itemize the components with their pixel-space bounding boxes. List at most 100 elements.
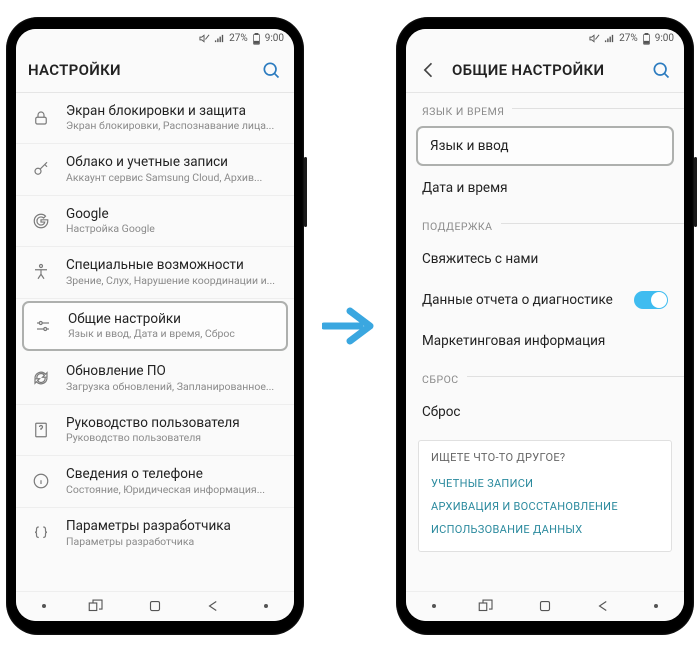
recents-button[interactable]	[87, 597, 105, 615]
section-header-reset: СБРОС	[406, 361, 684, 392]
related-link-accounts[interactable]: УЧЕТНЫЕ ЗАПИСИ	[431, 472, 659, 495]
row-contact[interactable]: Свяжитесь с нами	[406, 239, 684, 279]
item-text: GoogleНастройка Google	[66, 206, 280, 237]
settings-list: Экран блокировки и защитаЭкран блокировк…	[16, 93, 294, 591]
related-link-backup[interactable]: АРХИВАЦИЯ И ВОССТАНОВЛЕНИЕ	[431, 495, 659, 518]
battery-text: 27%	[229, 33, 248, 44]
item-text: Общие настройкиЯзык и ввод, Дата и время…	[68, 311, 278, 342]
search-icon[interactable]	[260, 59, 282, 81]
item-text: Обновление ПОЗагрузка обновлений, Заплан…	[66, 363, 280, 394]
phone-frame-right: 27% 9:00 ОБЩИЕ НАСТРОЙКИ ЯЗЫК И ВРЕМЯ	[396, 17, 694, 635]
row-label: Маркетинговая информация	[422, 333, 668, 349]
accessibility-icon	[30, 261, 52, 283]
item-title: Специальные возможности	[66, 257, 280, 274]
row-lang-input[interactable]: Язык и ввод	[416, 126, 674, 166]
item-subtitle: Состояние, Юридическая информация...	[66, 483, 280, 497]
nav-dot-left	[432, 604, 436, 608]
row-label: Язык и ввод	[430, 138, 660, 154]
signal-icon	[604, 33, 615, 44]
key-icon	[30, 158, 52, 180]
item-title: Сведения о телефоне	[66, 466, 280, 483]
settings-item-google[interactable]: GoogleНастройка Google	[16, 196, 294, 248]
row-diagnostics[interactable]: Данные отчета о диагностике	[406, 279, 684, 321]
settings-item-update[interactable]: Обновление ПОЗагрузка обновлений, Заплан…	[16, 353, 294, 405]
signal-icon	[214, 33, 225, 44]
search-icon[interactable]	[650, 59, 672, 81]
related-box: ИЩЕТЕ ЧТО-ТО ДРУГОЕ? УЧЕТНЫЕ ЗАПИСИ АРХИ…	[418, 440, 672, 552]
item-subtitle: Экран блокировки, Распознавание лица...	[66, 119, 280, 133]
item-subtitle: Параметры разработчика	[66, 535, 280, 549]
battery-icon	[642, 33, 651, 45]
info-icon	[30, 470, 52, 492]
row-datetime[interactable]: Дата и время	[406, 168, 684, 208]
status-bar: 27% 9:00	[16, 29, 294, 49]
status-bar: 27% 9:00	[406, 29, 684, 49]
battery-text: 27%	[619, 33, 638, 44]
item-title: Google	[66, 206, 280, 223]
related-title: ИЩЕТЕ ЧТО-ТО ДРУГОЕ?	[431, 451, 659, 464]
item-title: Обновление ПО	[66, 363, 280, 380]
item-text: Облако и учетные записиАккаунт сервис Sa…	[66, 154, 280, 185]
item-text: Руководство пользователяРуководство поль…	[66, 415, 280, 446]
item-subtitle: Загрузка обновлений, Запланированное...	[66, 380, 280, 394]
section-header-langtime: ЯЗЫК И ВРЕМЯ	[406, 93, 684, 124]
nav-dot-right	[654, 604, 658, 608]
mute-icon	[199, 33, 210, 44]
home-button[interactable]	[536, 597, 554, 615]
page-title: ОБЩИЕ НАСТРОЙКИ	[452, 61, 638, 79]
settings-item-key[interactable]: Облако и учетные записиАккаунт сервис Sa…	[16, 144, 294, 196]
back-icon[interactable]	[418, 59, 440, 81]
screen-right: 27% 9:00 ОБЩИЕ НАСТРОЙКИ ЯЗЫК И ВРЕМЯ	[406, 29, 684, 621]
google-icon	[30, 210, 52, 232]
back-button[interactable]	[595, 597, 613, 615]
arrow-icon	[322, 301, 378, 351]
item-title: Руководство пользователя	[66, 415, 280, 432]
item-subtitle: Язык и ввод, Дата и время, Сброс	[68, 327, 278, 341]
row-label: Сброс	[422, 404, 668, 420]
update-icon	[30, 367, 52, 389]
settings-item-info[interactable]: Сведения о телефонеСостояние, Юридическа…	[16, 456, 294, 508]
item-subtitle: Аккаунт сервис Samsung Cloud, Архив...	[66, 171, 280, 185]
nav-dot-right	[264, 604, 268, 608]
home-button[interactable]	[146, 597, 164, 615]
manual-icon	[30, 419, 52, 441]
item-title: Общие настройки	[68, 311, 278, 328]
item-subtitle: Настройка Google	[66, 222, 280, 236]
settings-item-manual[interactable]: Руководство пользователяРуководство поль…	[16, 405, 294, 457]
nav-dot-left	[42, 604, 46, 608]
item-text: Параметры разработчикаПараметры разработ…	[66, 518, 280, 549]
settings-item-accessibility[interactable]: Специальные возможностиЗрение, Слух, Нар…	[16, 247, 294, 299]
phone-frame-left: 27% 9:00 НАСТРОЙКИ Экран блокировки и за…	[6, 17, 304, 635]
row-reset[interactable]: Сброс	[406, 392, 684, 432]
titlebar: НАСТРОЙКИ	[16, 49, 294, 93]
settings-item-braces[interactable]: Параметры разработчикаПараметры разработ…	[16, 508, 294, 559]
recents-button[interactable]	[477, 597, 495, 615]
related-link-data[interactable]: ИСПОЛЬЗОВАНИЕ ДАННЫХ	[431, 518, 659, 541]
nav-bar	[406, 591, 684, 621]
item-subtitle: Руководство пользователя	[66, 431, 280, 445]
row-label: Свяжитесь с нами	[422, 251, 668, 267]
item-title: Облако и учетные записи	[66, 154, 280, 171]
nav-bar	[16, 591, 294, 621]
toggle-on-icon[interactable]	[634, 291, 668, 309]
row-label: Дата и время	[422, 180, 668, 196]
settings-item-sliders[interactable]: Общие настройкиЯзык и ввод, Дата и время…	[22, 301, 288, 352]
page-title: НАСТРОЙКИ	[28, 61, 248, 79]
item-subtitle: Зрение, Слух, Нарушение координации и...	[66, 274, 280, 288]
settings-item-lock[interactable]: Экран блокировки и защитаЭкран блокировк…	[16, 93, 294, 145]
item-text: Специальные возможностиЗрение, Слух, Нар…	[66, 257, 280, 288]
item-title: Экран блокировки и защита	[66, 103, 280, 120]
mute-icon	[589, 33, 600, 44]
back-button[interactable]	[205, 597, 223, 615]
lock-icon	[30, 107, 52, 129]
general-settings-content: ЯЗЫК И ВРЕМЯ Язык и ввод Дата и время ПО…	[406, 93, 684, 591]
screen-left: 27% 9:00 НАСТРОЙКИ Экран блокировки и за…	[16, 29, 294, 621]
row-marketing[interactable]: Маркетинговая информация	[406, 321, 684, 361]
item-text: Сведения о телефонеСостояние, Юридическа…	[66, 466, 280, 497]
item-text: Экран блокировки и защитаЭкран блокировк…	[66, 103, 280, 134]
clock-text: 9:00	[655, 33, 674, 44]
sliders-icon	[32, 315, 54, 337]
clock-text: 9:00	[265, 33, 284, 44]
section-header-support: ПОДДЕРЖКА	[406, 208, 684, 239]
braces-icon	[30, 522, 52, 544]
